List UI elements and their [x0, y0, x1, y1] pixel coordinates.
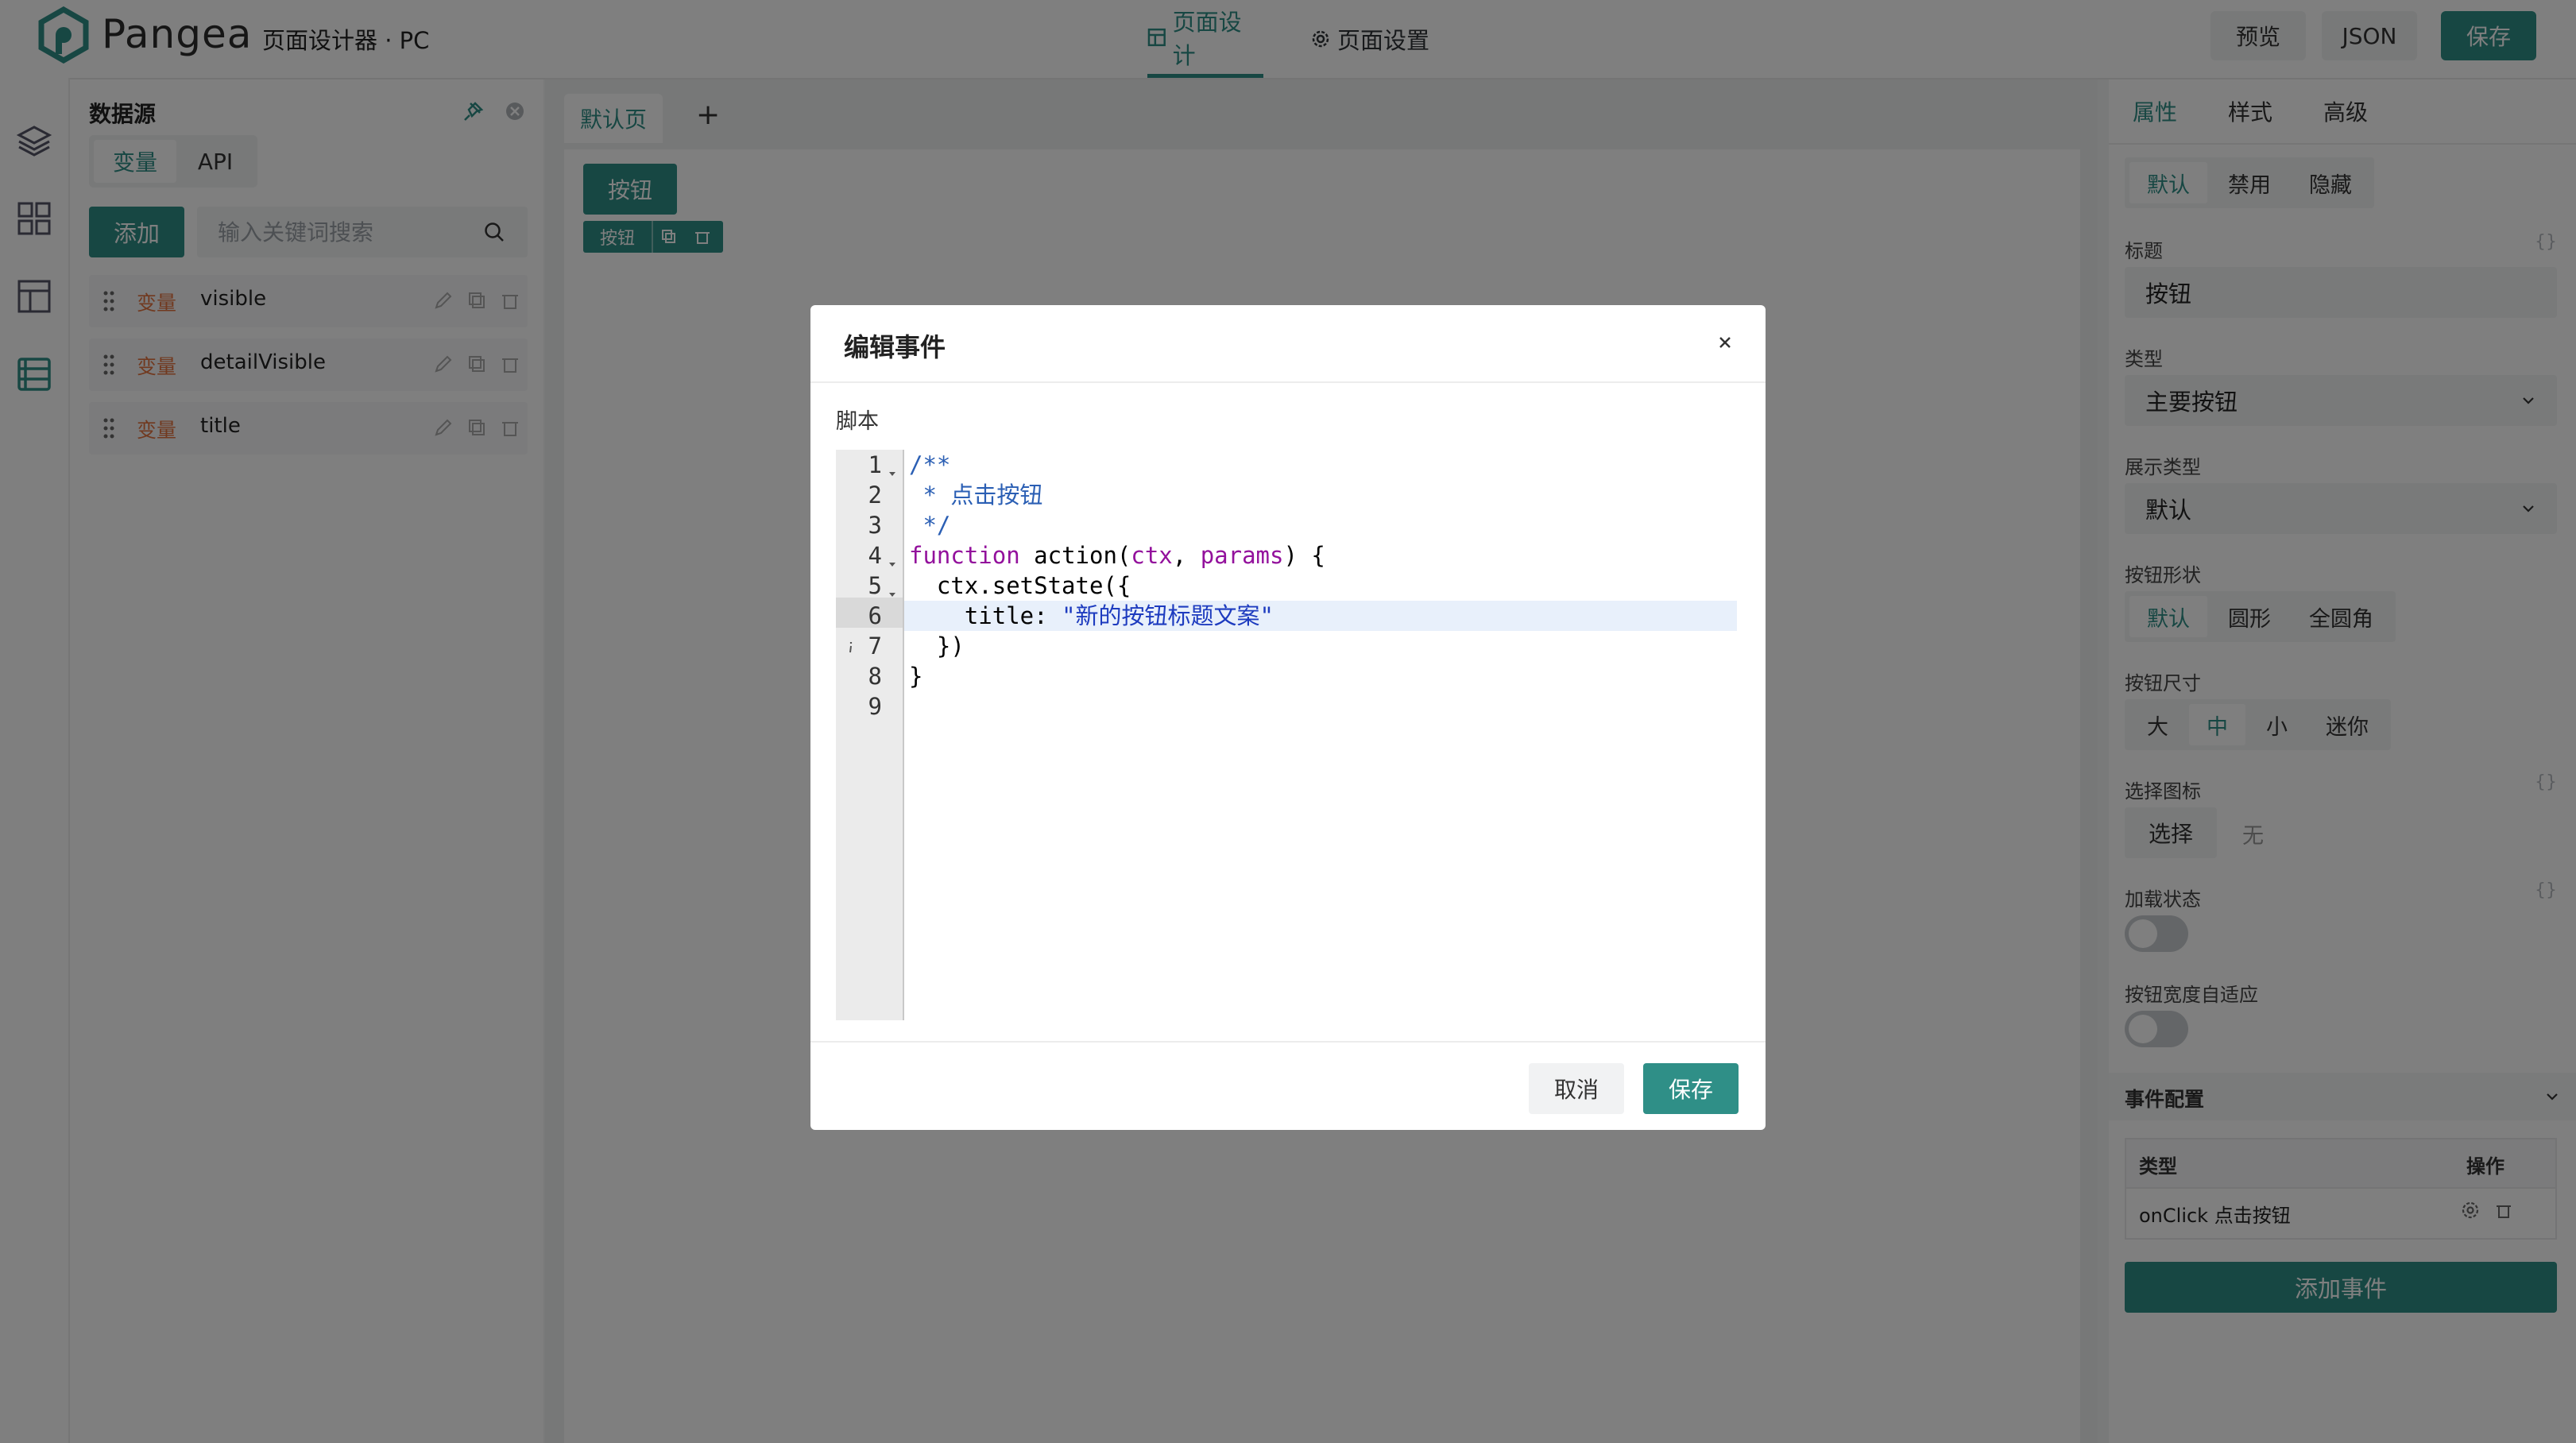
- line-number: 5: [868, 572, 882, 599]
- line-number: 9: [868, 693, 882, 720]
- code-area[interactable]: /** * 点击按钮 */ function action(ctx, param…: [904, 450, 1740, 1020]
- line-number: 6: [868, 602, 882, 629]
- edit-event-modal: 编辑事件 脚本 1 2 3 4 5 6 7 8 9 /** * 点击按钮 */ …: [810, 305, 1766, 1130]
- code-line: }: [909, 663, 923, 690]
- line-number: 7: [868, 633, 882, 660]
- line-number: 1: [868, 451, 882, 478]
- line-number: 8: [868, 663, 882, 690]
- fold-arrow-icon[interactable]: [887, 580, 898, 610]
- code-line: }): [909, 633, 965, 660]
- code-line: title: "新的按钮标题文案": [909, 602, 1274, 629]
- cancel-button[interactable]: 取消: [1529, 1063, 1624, 1114]
- fold-arrow-icon[interactable]: [887, 459, 898, 489]
- modal-footer: 取消 保存: [810, 1041, 1766, 1130]
- app-root: Pangea 页面设计器 · PC 页面设计 页面设置 预览 JSON 保存 数…: [0, 0, 2576, 1443]
- code-line: /**: [909, 451, 951, 478]
- modal-header: 编辑事件: [810, 305, 1766, 383]
- line-number: 3: [868, 512, 882, 539]
- line-number: 4: [868, 542, 882, 569]
- close-icon[interactable]: [1712, 329, 1739, 356]
- script-label: 脚本: [836, 409, 879, 434]
- line-number: 2: [868, 482, 882, 509]
- fold-arrow-icon[interactable]: [887, 550, 898, 580]
- save-button[interactable]: 保存: [1643, 1063, 1739, 1114]
- modal-title: 编辑事件: [844, 332, 946, 362]
- code-line: * 点击按钮: [909, 482, 1043, 509]
- info-marker-icon: [849, 642, 853, 653]
- code-line: */: [909, 512, 951, 539]
- code-editor[interactable]: 1 2 3 4 5 6 7 8 9 /** * 点击按钮 */ function…: [836, 450, 1740, 1020]
- code-line: function action(ctx, params) {: [909, 542, 1325, 569]
- editor-gutter: 1 2 3 4 5 6 7 8 9: [836, 450, 904, 1020]
- code-line: ctx.setState({: [909, 572, 1131, 599]
